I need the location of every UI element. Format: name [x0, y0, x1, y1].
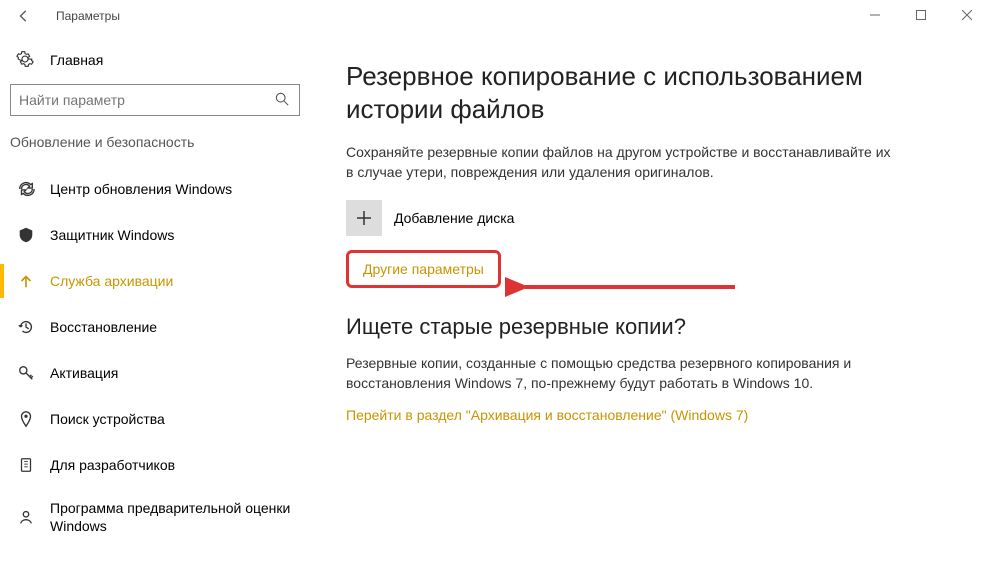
sidebar: Главная Обновление и безопасность Центр …: [0, 32, 310, 546]
sidebar-item-insider[interactable]: Программа предварительной оценки Windows: [0, 488, 310, 546]
sidebar-item-label: Восстановление: [50, 319, 157, 335]
search-icon: [275, 92, 291, 108]
plus-icon: [356, 210, 372, 226]
page-heading: Резервное копирование с использованием и…: [346, 60, 900, 125]
developer-icon: [16, 455, 36, 475]
history-icon: [16, 317, 36, 337]
close-icon: [962, 10, 972, 20]
shield-icon: [16, 225, 36, 245]
sidebar-item-label: Служба архивации: [50, 273, 173, 289]
sidebar-item-activation[interactable]: Активация: [0, 350, 310, 396]
sidebar-item-windows-update[interactable]: Центр обновления Windows: [0, 166, 310, 212]
section-heading-old-backups: Ищете старые резервные копии?: [346, 314, 900, 340]
old-backups-description: Резервные копии, созданные с помощью сре…: [346, 354, 900, 393]
sync-icon: [16, 179, 36, 199]
sidebar-item-label: Защитник Windows: [50, 227, 174, 243]
more-options-link[interactable]: Другие параметры: [363, 261, 484, 277]
sidebar-item-label: Для разработчиков: [50, 457, 175, 473]
minimize-icon: [870, 10, 880, 20]
plus-box: [346, 200, 382, 236]
page-description: Сохраняйте резервные копии файлов на дру…: [346, 143, 900, 182]
back-button[interactable]: [14, 6, 34, 26]
maximize-icon: [916, 10, 926, 20]
window-title: Параметры: [56, 9, 120, 23]
add-drive-label: Добавление диска: [394, 210, 514, 226]
window-controls: [852, 0, 990, 30]
sidebar-home[interactable]: Главная: [0, 50, 310, 84]
titlebar: Параметры: [0, 0, 990, 32]
sidebar-item-find-device[interactable]: Поиск устройства: [0, 396, 310, 442]
key-icon: [16, 363, 36, 383]
insider-icon: [16, 507, 36, 527]
sidebar-item-recovery[interactable]: Восстановление: [0, 304, 310, 350]
backup-arrow-icon: [16, 271, 36, 291]
sidebar-item-backup[interactable]: Служба архивации: [0, 258, 310, 304]
add-drive-button[interactable]: Добавление диска: [346, 200, 900, 236]
minimize-button[interactable]: [852, 0, 898, 30]
arrow-left-icon: [17, 9, 31, 23]
sidebar-item-label: Программа предварительной оценки Windows: [50, 499, 310, 535]
search-input-wrapper[interactable]: [10, 84, 300, 116]
sidebar-item-label: Центр обновления Windows: [50, 181, 232, 197]
sidebar-home-label: Главная: [50, 52, 103, 68]
goto-backup-restore-link[interactable]: Перейти в раздел "Архивация и восстановл…: [346, 407, 748, 423]
search-input[interactable]: [19, 92, 275, 108]
sidebar-section-title: Обновление и безопасность: [0, 134, 310, 166]
maximize-button[interactable]: [898, 0, 944, 30]
more-options-highlight: Другие параметры: [346, 250, 501, 288]
sidebar-item-defender[interactable]: Защитник Windows: [0, 212, 310, 258]
gear-icon: [16, 50, 36, 70]
close-button[interactable]: [944, 0, 990, 30]
location-icon: [16, 409, 36, 429]
sidebar-item-developers[interactable]: Для разработчиков: [0, 442, 310, 488]
sidebar-item-label: Активация: [50, 365, 118, 381]
main-content: Резервное копирование с использованием и…: [310, 32, 930, 546]
sidebar-item-label: Поиск устройства: [50, 411, 165, 427]
